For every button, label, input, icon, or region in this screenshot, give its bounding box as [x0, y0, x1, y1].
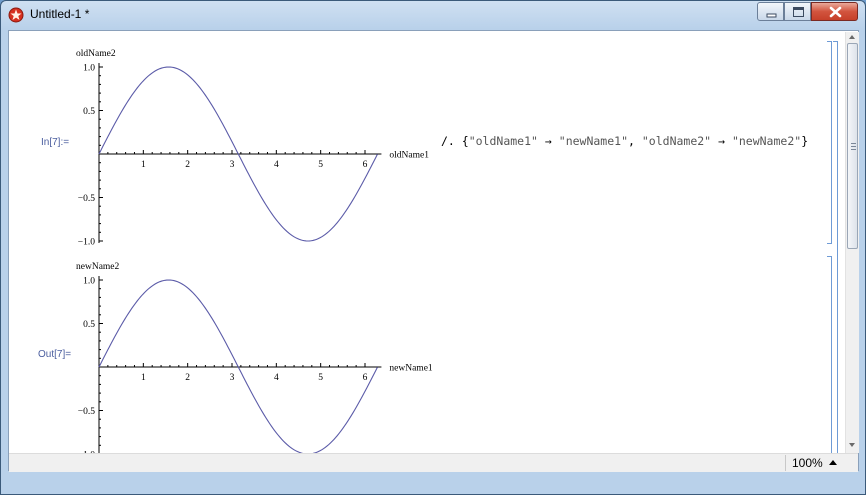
scroll-down-arrow-icon[interactable] [849, 443, 855, 447]
x-tick-label: 5 [318, 373, 323, 383]
x-axis-label: oldName1 [389, 151, 429, 161]
y-tick-label: −0.5 [78, 407, 95, 417]
rule1-arrow-icon: → [544, 134, 552, 148]
notebook-content[interactable]: In[7]:= Out[7]= 1 2 3 4 5 6 1.0 0.5 −0.5 −1.0 oldN… [8, 30, 859, 472]
scroll-up-arrow-icon[interactable] [849, 35, 855, 39]
close-icon [829, 6, 842, 18]
y-tick-label: −0.5 [78, 194, 95, 204]
output-cell-bracket[interactable] [827, 256, 832, 454]
code-prefix: /. { [441, 134, 469, 148]
x-tick-label: 6 [363, 160, 368, 170]
y-axis-label: newName2 [76, 262, 120, 272]
x-tick-label: 1 [141, 373, 146, 383]
axes: 1 2 3 4 5 6 1.0 0.5 −0.5 −1.0 [78, 63, 382, 248]
output-plot: 1234561.00.5−0.5−1.0newName1newName2 [76, 262, 433, 461]
x-tick-label: 2 [185, 160, 190, 170]
minimize-icon [766, 13, 777, 18]
maximize-icon [793, 7, 804, 17]
notebook-window: Untitled-1 * In[7]:= Out[7]= 1 2 3 4 5 6 1.0 0.… [0, 0, 866, 495]
window-title: Untitled-1 * [30, 7, 90, 21]
thumb-grip [851, 146, 856, 147]
x-tick-label: 1 [141, 160, 146, 170]
y-tick-label: 1.0 [83, 64, 95, 74]
y-tick-label: −1.0 [78, 238, 95, 248]
title-bar[interactable]: Untitled-1 * [1, 1, 865, 29]
axes: 1234561.00.5−0.5−1.0 [78, 276, 382, 461]
y-tick-label: 0.5 [83, 320, 95, 330]
y-tick-label: 1.0 [83, 277, 95, 287]
thumb-grip [851, 149, 856, 150]
rule1-to: "newName1" [558, 134, 629, 148]
input-plot: 1 2 3 4 5 6 1.0 0.5 −0.5 −1.0 oldName1 oldName2 [76, 49, 429, 248]
rule1-from: "oldName1" [468, 134, 538, 148]
x-tick-label: 5 [318, 160, 323, 170]
mathematica-app-icon [8, 7, 24, 23]
code-suffix: } [801, 134, 809, 148]
x-tick-label: 2 [185, 373, 190, 383]
close-button[interactable] [811, 2, 858, 21]
y-axis-label: oldName2 [76, 49, 116, 59]
x-tick-label: 4 [274, 160, 279, 170]
rule2-to: "newName2" [731, 134, 802, 148]
minimize-button[interactable] [757, 2, 784, 21]
x-tick-label: 3 [230, 373, 235, 383]
rule2-arrow-icon: → [718, 134, 725, 148]
vertical-scrollbar[interactable] [845, 32, 859, 453]
x-axis-label: newName1 [389, 364, 433, 374]
y-tick-label: 0.5 [83, 107, 95, 117]
zoom-menu-arrow-icon[interactable] [829, 460, 837, 465]
thumb-grip [851, 143, 856, 144]
status-bar: 100% [9, 453, 858, 472]
code-separator: , [628, 134, 642, 148]
rule2-from: "oldName2" [641, 134, 712, 148]
input-cell-bracket[interactable] [827, 41, 832, 244]
group-cell-bracket[interactable] [833, 41, 838, 454]
maximize-button[interactable] [784, 2, 811, 21]
x-tick-label: 6 [363, 373, 368, 383]
replace-rule-code[interactable]: /. {"oldName1" → "newName1", "oldName2" … [441, 134, 808, 148]
x-tick-label: 3 [230, 160, 235, 170]
x-tick-label: 4 [274, 373, 279, 383]
scrollbar-thumb[interactable] [847, 43, 858, 249]
